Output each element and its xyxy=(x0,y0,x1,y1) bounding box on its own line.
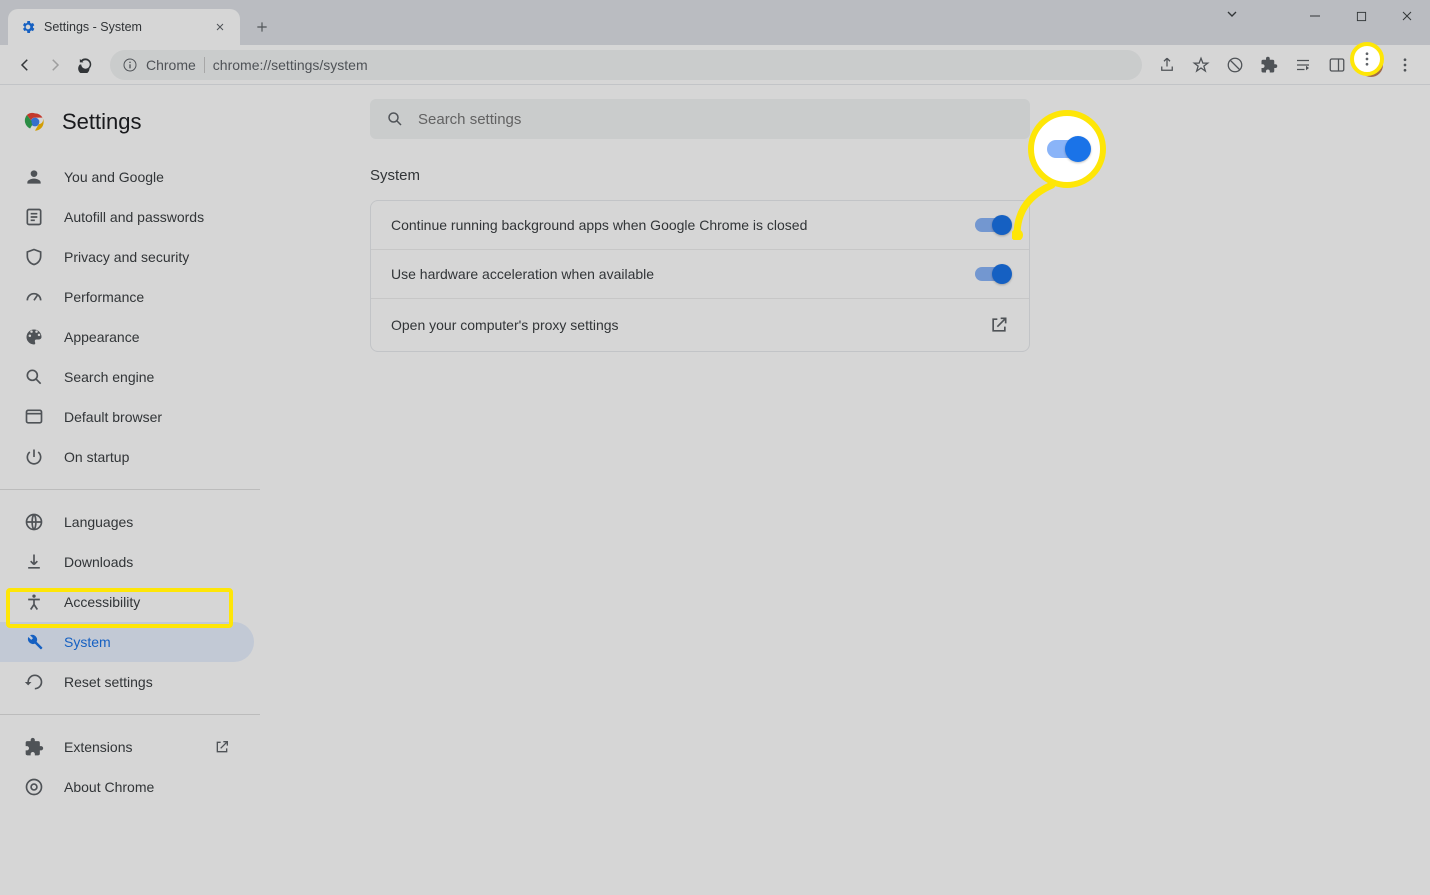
close-tab-icon[interactable] xyxy=(212,19,228,35)
open-in-new-icon xyxy=(989,315,1009,335)
side-panel-icon[interactable] xyxy=(1322,50,1352,80)
sidebar-item-extensions[interactable]: Extensions xyxy=(0,727,254,767)
sidebar-item-downloads[interactable]: Downloads xyxy=(0,542,254,582)
chrome-logo-icon xyxy=(24,777,44,797)
profile-avatar[interactable] xyxy=(1356,50,1386,80)
power-icon xyxy=(24,447,44,467)
sidebar-item-appearance[interactable]: Appearance xyxy=(0,317,254,357)
sidebar-item-autofill[interactable]: Autofill and passwords xyxy=(0,197,254,237)
speedometer-icon xyxy=(24,287,44,307)
toggle-background-apps[interactable] xyxy=(975,218,1009,232)
section-title: System xyxy=(370,167,1430,184)
nav-forward-button[interactable] xyxy=(40,50,70,80)
extensions-icon[interactable] xyxy=(1254,50,1284,80)
omnibox-divider xyxy=(204,57,205,73)
sidebar-item-reset-settings[interactable]: Reset settings xyxy=(0,662,254,702)
browser-icon xyxy=(24,407,44,427)
settings-sidebar: Settings You and Google Autofill and pas… xyxy=(0,85,260,895)
autofill-icon xyxy=(24,207,44,227)
chrome-menu-button[interactable] xyxy=(1390,50,1420,80)
window-close-button[interactable] xyxy=(1384,0,1430,32)
accessibility-icon xyxy=(24,592,44,612)
sidebar-item-search-engine[interactable]: Search engine xyxy=(0,357,254,397)
sidebar-item-system[interactable]: System xyxy=(0,622,254,662)
omnibox-app-label: Chrome xyxy=(146,57,196,73)
gear-icon xyxy=(20,19,36,35)
row-label: Open your computer's proxy settings xyxy=(391,317,619,333)
row-proxy-settings[interactable]: Open your computer's proxy settings xyxy=(371,299,1029,351)
system-card: Continue running background apps when Go… xyxy=(370,200,1030,352)
restore-icon xyxy=(24,672,44,692)
share-icon[interactable] xyxy=(1152,50,1182,80)
toggle-icon xyxy=(1047,140,1087,158)
search-icon xyxy=(386,110,404,128)
person-icon xyxy=(24,167,44,187)
globe-icon xyxy=(24,512,44,532)
chrome-logo-icon xyxy=(22,109,48,135)
address-bar[interactable]: Chrome chrome://settings/system xyxy=(110,50,1142,80)
callout-toggle-zoom xyxy=(1028,110,1106,188)
extension-adblock-icon[interactable] xyxy=(1220,50,1250,80)
bookmark-icon[interactable] xyxy=(1186,50,1216,80)
site-info-icon[interactable] xyxy=(122,57,138,73)
nav-reload-button[interactable] xyxy=(70,50,100,80)
settings-content: System Continue running background apps … xyxy=(260,85,1430,895)
tab-search-icon[interactable] xyxy=(1224,6,1240,22)
sidebar-item-about-chrome[interactable]: About Chrome xyxy=(0,767,254,807)
palette-icon xyxy=(24,327,44,347)
sidebar-item-performance[interactable]: Performance xyxy=(0,277,254,317)
nav-back-button[interactable] xyxy=(10,50,40,80)
sidebar-divider xyxy=(0,489,260,490)
row-background-apps[interactable]: Continue running background apps when Go… xyxy=(371,201,1029,250)
download-icon xyxy=(24,552,44,572)
sidebar-item-privacy[interactable]: Privacy and security xyxy=(0,237,254,277)
page-title: Settings xyxy=(62,109,142,135)
sidebar-item-languages[interactable]: Languages xyxy=(0,502,254,542)
window-maximize-button[interactable] xyxy=(1338,0,1384,32)
toggle-hardware-acceleration[interactable] xyxy=(975,267,1009,281)
settings-search-input[interactable] xyxy=(418,111,1014,128)
row-label: Continue running background apps when Go… xyxy=(391,217,807,233)
browser-tab[interactable]: Settings - System xyxy=(8,9,240,45)
omnibox-url: chrome://settings/system xyxy=(213,57,368,73)
row-label: Use hardware acceleration when available xyxy=(391,266,654,282)
row-hardware-acceleration[interactable]: Use hardware acceleration when available xyxy=(371,250,1029,299)
browser-toolbar: Chrome chrome://settings/system xyxy=(0,45,1430,85)
sidebar-item-on-startup[interactable]: On startup xyxy=(0,437,254,477)
search-icon xyxy=(24,367,44,387)
sidebar-divider xyxy=(0,714,260,715)
sidebar-item-default-browser[interactable]: Default browser xyxy=(0,397,254,437)
tab-title: Settings - System xyxy=(44,20,142,34)
window-minimize-button[interactable] xyxy=(1292,0,1338,32)
new-tab-button[interactable] xyxy=(248,13,276,41)
wrench-icon xyxy=(24,632,44,652)
reading-list-icon[interactable] xyxy=(1288,50,1318,80)
sidebar-item-accessibility[interactable]: Accessibility xyxy=(0,582,254,622)
sidebar-item-you-and-google[interactable]: You and Google xyxy=(0,157,254,197)
settings-search[interactable] xyxy=(370,99,1030,139)
puzzle-icon xyxy=(24,737,44,757)
settings-page: Settings You and Google Autofill and pas… xyxy=(0,85,1430,895)
browser-titlebar: Settings - System xyxy=(0,0,1430,45)
open-in-new-icon xyxy=(214,739,230,755)
shield-icon xyxy=(24,247,44,267)
